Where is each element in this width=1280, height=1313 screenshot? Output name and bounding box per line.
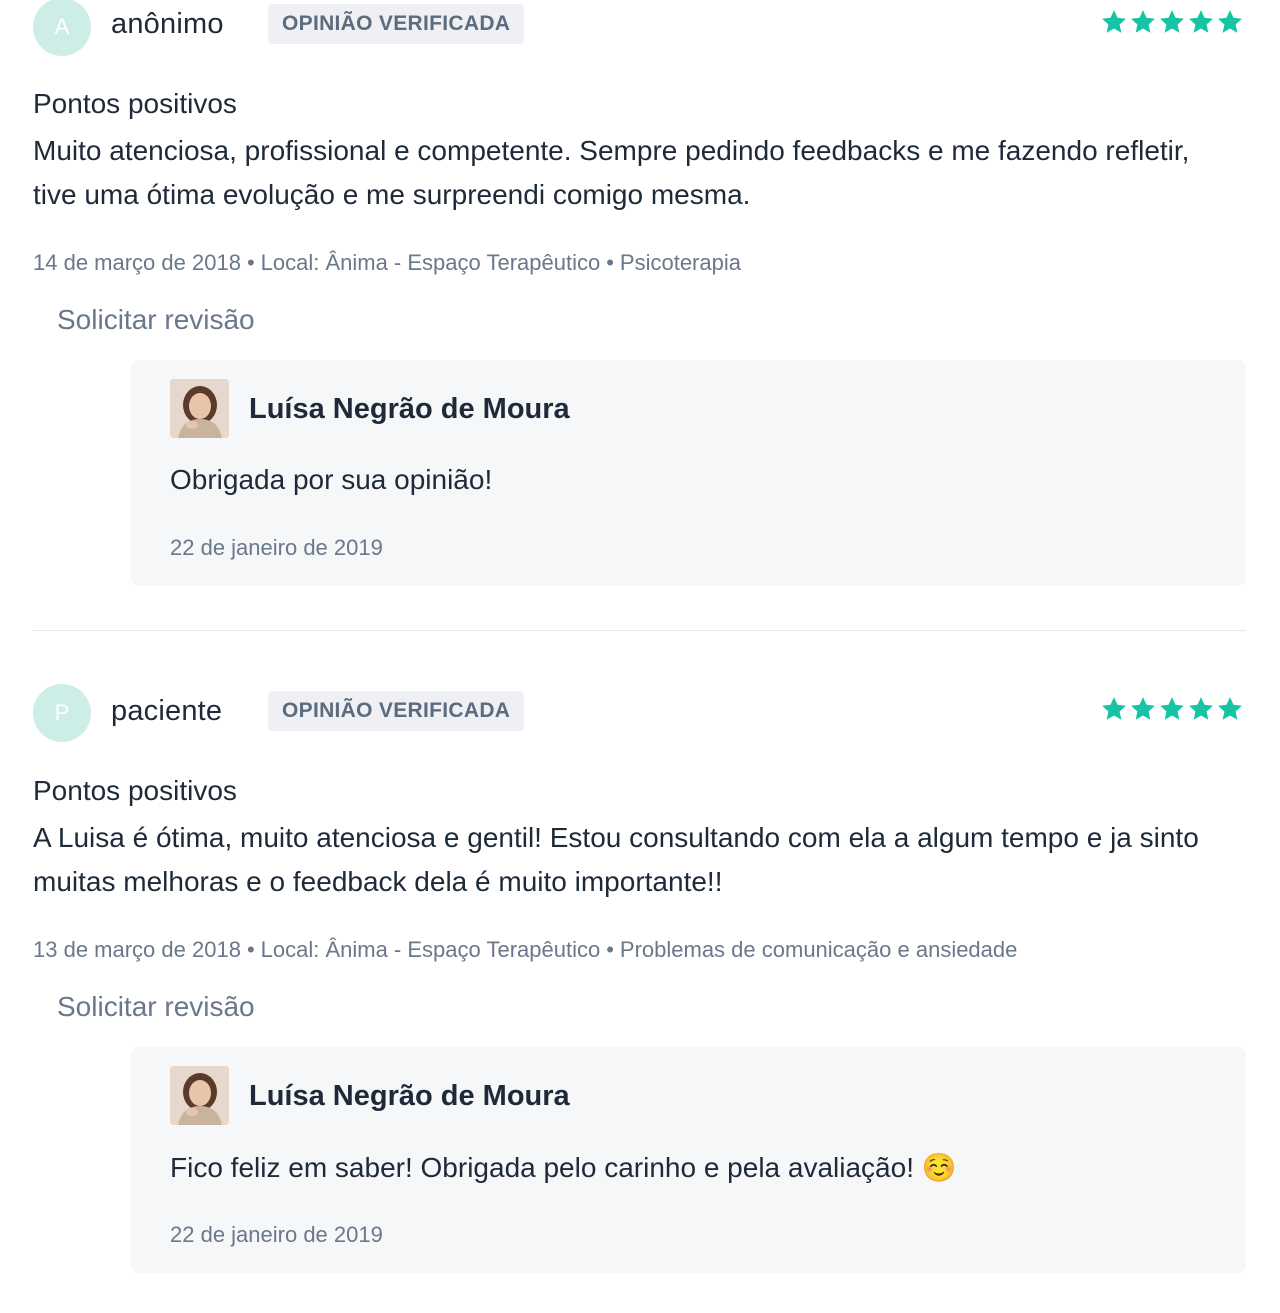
section-label: Pontos positivos bbox=[33, 88, 237, 119]
star-icon bbox=[1187, 695, 1215, 723]
section-label: Pontos positivos bbox=[33, 775, 237, 806]
review-location: Local: Ânima - Espaço Terapêutico bbox=[260, 937, 601, 962]
meta-separator: • bbox=[606, 250, 614, 275]
review-date: 13 de março de 2018 bbox=[33, 937, 241, 962]
star-icon bbox=[1158, 8, 1186, 36]
meta-separator: • bbox=[246, 250, 255, 275]
verified-badge: OPINIÃO VERIFICADA bbox=[268, 691, 525, 731]
reply-author: Luísa Negrão de Moura bbox=[249, 393, 570, 425]
meta-separator: • bbox=[606, 937, 614, 962]
doctor-reply: Luísa Negrão de Moura Obrigada por sua o… bbox=[131, 360, 1246, 586]
star-icon bbox=[1216, 695, 1244, 723]
doctor-reply: Luísa Negrão de Moura Fico feliz em sabe… bbox=[131, 1047, 1246, 1273]
star-icon bbox=[1100, 8, 1128, 36]
review-author: paciente bbox=[111, 695, 223, 727]
review-header: A anônimo OPINIÃO VERIFICADA bbox=[33, 0, 1246, 58]
star-icon bbox=[1129, 695, 1157, 723]
review-divider bbox=[33, 630, 1246, 631]
reply-text: Fico feliz em saber! Obrigada pelo carin… bbox=[170, 1152, 957, 1183]
star-rating bbox=[1100, 695, 1244, 723]
star-icon bbox=[1216, 8, 1244, 36]
reply-author: Luísa Negrão de Moura bbox=[249, 1080, 570, 1112]
review-author: anônimo bbox=[111, 8, 224, 40]
star-icon bbox=[1158, 695, 1186, 723]
doctor-photo bbox=[170, 379, 229, 438]
doctor-photo bbox=[170, 1066, 229, 1125]
review-card: A anônimo OPINIÃO VERIFICADA Pontos posi… bbox=[33, 0, 1246, 586]
verified-badge: OPINIÃO VERIFICADA bbox=[268, 4, 525, 44]
request-review-link[interactable]: Solicitar revisão bbox=[57, 991, 255, 1023]
review-date: 14 de março de 2018 bbox=[33, 250, 241, 275]
reply-text: Obrigada por sua opinião! bbox=[170, 464, 493, 495]
reply-date: 22 de janeiro de 2019 bbox=[170, 535, 383, 560]
review-service: Problemas de comunicação e ansiedade bbox=[619, 937, 1018, 962]
star-icon bbox=[1129, 8, 1157, 36]
review-text: A Luisa é ótima, muito atenciosa e genti… bbox=[33, 822, 1199, 897]
review-card: P paciente OPINIÃO VERIFICADA Pontos pos… bbox=[33, 684, 1246, 1273]
star-rating bbox=[1100, 8, 1244, 36]
avatar: A bbox=[33, 0, 91, 56]
review-location: Local: Ânima - Espaço Terapêutico bbox=[260, 250, 601, 275]
star-icon bbox=[1187, 8, 1215, 36]
star-icon bbox=[1100, 695, 1128, 723]
review-text: Muito atenciosa, profissional e competen… bbox=[33, 135, 1190, 210]
request-review-link[interactable]: Solicitar revisão bbox=[57, 304, 255, 336]
meta-separator: • bbox=[246, 937, 255, 962]
review-meta: 14 de março de 2018 • Local: Ânima - Espaç… bbox=[33, 250, 741, 276]
avatar: P bbox=[33, 684, 91, 742]
reply-date: 22 de janeiro de 2019 bbox=[170, 1222, 383, 1247]
review-header: P paciente OPINIÃO VERIFICADA bbox=[33, 684, 1246, 745]
review-meta: 13 de março de 2018 • Local: Ânima - Espaç… bbox=[33, 937, 1017, 963]
review-service: Psicoterapia bbox=[619, 250, 741, 275]
